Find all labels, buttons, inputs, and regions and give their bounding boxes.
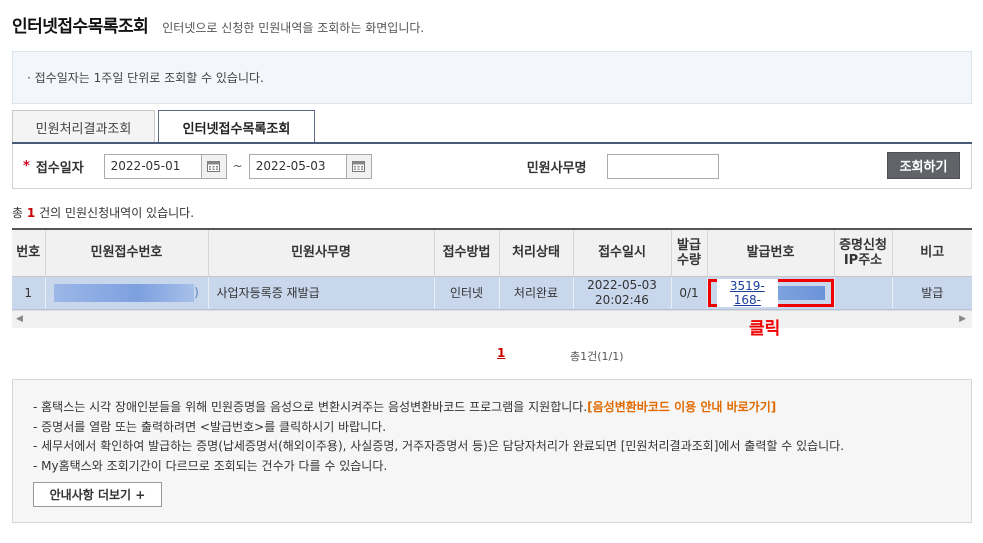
calendar-to-button[interactable] (346, 153, 372, 179)
col-header-issue-no: 발급번호 (707, 230, 835, 277)
count-number: 1 (26, 206, 36, 220)
calendar-icon (207, 161, 221, 172)
receipt-no-tail: ) (194, 285, 199, 299)
count-prefix: 총 (12, 206, 24, 220)
cell-ip (834, 276, 893, 310)
table-header-row: 번호 민원접수번호 민원사무명 접수방법 처리상태 접수일시 발급 수량 발급번… (12, 230, 972, 277)
cell-method: 인터넷 (434, 276, 500, 310)
date-from-input[interactable]: 2022-05-01 (103, 153, 202, 179)
count-suffix: 건의 민원신청내역이 있습니다. (39, 206, 195, 220)
horizontal-scrollbar[interactable]: ◀ ▶ (12, 309, 972, 328)
col-header-date: 접수일시 (573, 230, 672, 277)
page-info: 총1건(1/1) (570, 350, 624, 363)
cell-office: 사업자등록증 재발급 (208, 276, 435, 310)
tab-bar: 민원처리결과조회 인터넷접수목록조회 (12, 110, 318, 144)
issue-number-link[interactable]: 3519-168- (716, 278, 825, 307)
required-mark: * (23, 158, 30, 174)
page-description: 인터넷으로 신청한 민원내역을 조회하는 화면입니다. (162, 21, 425, 35)
scroll-right-arrow-icon[interactable]: ▶ (959, 314, 966, 324)
guide-item: - 증명서를 열람 또는 출력하려면 <발급번호>를 클릭하시기 바랍니다. (33, 419, 387, 434)
more-guide-button[interactable]: 안내사항 더보기 + (33, 482, 162, 507)
date-range-separator: ~ (232, 159, 243, 173)
tab-result-inquiry[interactable]: 민원처리결과조회 (12, 110, 155, 143)
table-row[interactable]: 1 ) 사업자등록증 재발급 인터넷 처리완료 2022-05-03 20:02… (12, 276, 972, 310)
guide-item: - 홈택스는 시각 장애인분들을 위해 민원증명을 음성으로 변환시켜주는 음성… (33, 400, 777, 414)
cell-receipt-no: ) (45, 276, 209, 310)
cell-no: 1 (12, 276, 46, 310)
search-panel: * 접수일자 2022-05-01 ~ 2022-05-03 민원사무명 조회하… (12, 144, 972, 189)
search-button[interactable]: 조회하기 (887, 152, 960, 179)
col-header-receipt-no: 민원접수번호 (45, 230, 209, 277)
col-header-office: 민원사무명 (208, 230, 435, 277)
office-name-input[interactable] (606, 153, 719, 179)
notice-text: · 접수일자는 1주일 단위로 조회할 수 있습니다. (27, 71, 264, 85)
calendar-from-button[interactable] (201, 153, 227, 179)
date-to-input[interactable]: 2022-05-03 (248, 153, 347, 179)
cell-datetime: 2022-05-03 20:02:46 (573, 276, 672, 310)
col-header-ip: 증명신청 IP주소 (834, 230, 893, 277)
result-count: 총 1 건의 민원신청내역이 있습니다. (12, 204, 194, 221)
date-label: 접수일자 (35, 160, 84, 176)
page-title: 인터넷접수목록조회 (12, 17, 149, 37)
click-highlight-box: 3519-168- (707, 278, 834, 307)
cell-remark: 발급 (892, 276, 972, 310)
page-link-current[interactable]: 1 (497, 346, 505, 360)
notice-box: · 접수일자는 1주일 단위로 조회할 수 있습니다. (12, 51, 972, 104)
cell-qty: 0/1 (671, 276, 708, 310)
redacted-issue-no (778, 285, 825, 300)
click-annotation: 클릭 (749, 319, 781, 339)
tab-internet-receipt-list[interactable]: 인터넷접수목록조회 (158, 110, 315, 144)
col-header-method: 접수방법 (434, 230, 500, 277)
page-header: 인터넷접수목록조회 인터넷으로 신청한 민원내역을 조회하는 화면입니다. (12, 12, 425, 37)
guide-item: - My홈택스와 조회기간이 다르므로 조회되는 건수가 다를 수 있습니다. (33, 458, 388, 473)
col-header-remark: 비고 (892, 230, 972, 277)
cell-status: 처리완료 (499, 276, 574, 310)
cell-date: 2022-05-03 (587, 277, 657, 292)
calendar-icon (352, 161, 366, 172)
cell-issue-no: 3519-168- (707, 276, 835, 310)
guide-box: - 홈택스는 시각 장애인분들을 위해 민원증명을 음성으로 변환시켜주는 음성… (12, 379, 972, 523)
redacted-receipt-no (54, 283, 195, 302)
result-table: 번호 민원접수번호 민원사무명 접수방법 처리상태 접수일시 발급 수량 발급번… (12, 228, 972, 328)
voice-barcode-guide-link[interactable]: [음성변환바코드 이용 안내 바로가기] (587, 400, 776, 414)
col-header-status: 처리상태 (499, 230, 574, 277)
guide-item: - 세무서에서 확인하여 발급하는 증명(납세증명서(해외이주용), 사실증명,… (33, 439, 845, 453)
cell-time: 20:02:46 (595, 292, 649, 307)
col-header-no: 번호 (12, 230, 46, 277)
scroll-left-arrow-icon[interactable]: ◀ (16, 314, 23, 324)
col-header-qty: 발급 수량 (671, 230, 708, 277)
office-name-label: 민원사무명 (526, 160, 587, 176)
